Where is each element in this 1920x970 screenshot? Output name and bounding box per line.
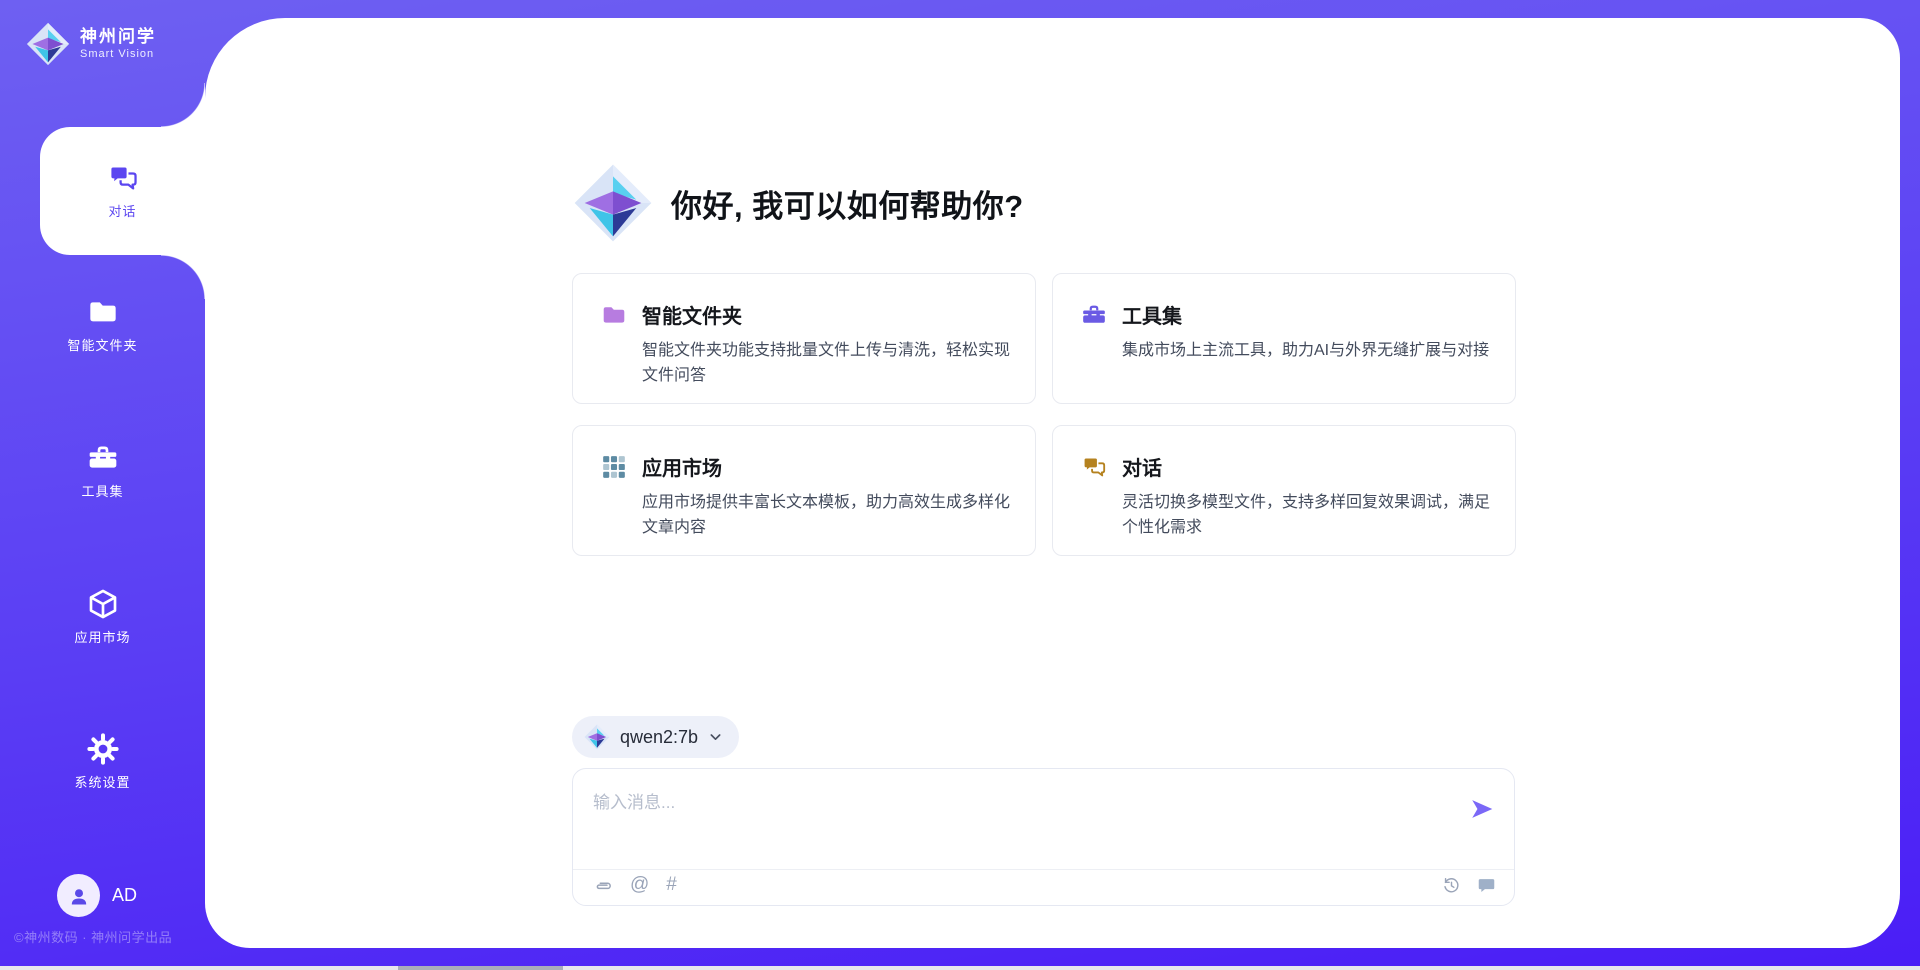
- sidebar-item-label: 应用市场: [74, 627, 130, 646]
- card-toolset[interactable]: 工具集 集成市场上主流工具，助力AI与外界无缝扩展与对接: [1052, 273, 1516, 404]
- mention-button[interactable]: @: [630, 874, 649, 896]
- card-app-market[interactable]: 应用市场 应用市场提供丰富长文本模板，助力高效生成多样化文章内容: [572, 425, 1036, 556]
- paperclip-icon: [593, 875, 613, 895]
- history-button[interactable]: [1442, 874, 1461, 896]
- chat-bubbles-icon: [1081, 454, 1107, 480]
- grid-icon: [601, 454, 627, 480]
- feature-cards: 智能文件夹 智能文件夹功能支持批量文件上传与清洗，轻松实现文件问答 工具集 集成…: [572, 273, 1516, 556]
- composer-toolbar-right: [1442, 874, 1496, 896]
- model-name: qwen2:7b: [620, 727, 698, 748]
- topic-button[interactable]: #: [666, 874, 677, 896]
- send-icon: [1469, 796, 1495, 822]
- sidebar-item-label: 对话: [108, 201, 136, 220]
- card-title: 工具集: [1122, 300, 1182, 329]
- model-gem-icon: [584, 724, 610, 750]
- chat-bubbles-icon: [107, 162, 139, 194]
- mention-icon: @: [630, 874, 649, 896]
- card-title: 应用市场: [642, 452, 722, 481]
- copyright-text: ©神州数码 · 神州问学出品: [14, 927, 214, 946]
- person-icon: [67, 884, 91, 908]
- model-selector[interactable]: qwen2:7b: [572, 716, 739, 758]
- sidebar-item-label: 工具集: [81, 481, 123, 500]
- history-icon: [1442, 876, 1461, 895]
- hero-greeting: 你好, 我可以如何帮助你?: [573, 163, 1024, 243]
- gear-icon: [87, 733, 119, 765]
- toolbox-icon: [87, 442, 119, 474]
- sidebar-item-label: 智能文件夹: [67, 335, 137, 354]
- toolbox-icon: [1081, 302, 1107, 328]
- sidebar-item-label: 系统设置: [74, 772, 130, 791]
- folder-icon: [87, 296, 119, 328]
- chevron-down-icon: [708, 730, 723, 745]
- card-description: 集成市场上主流工具，助力AI与外界无缝扩展与对接: [1081, 338, 1491, 363]
- sidebar-item-folders[interactable]: 智能文件夹: [0, 296, 205, 362]
- brand-gem-icon: [26, 22, 70, 66]
- card-chat[interactable]: 对话 灵活切换多模型文件，支持多样回复效果调试，满足个性化需求: [1052, 425, 1516, 556]
- hero-gem-icon: [573, 163, 653, 243]
- brand-logo: 神州问学 Smart Vision: [26, 22, 156, 66]
- card-description: 灵活切换多模型文件，支持多样回复效果调试，满足个性化需求: [1081, 490, 1491, 540]
- comment-icon: [1477, 876, 1496, 895]
- sidebar-item-chat[interactable]: 对话: [40, 127, 205, 255]
- sidebar-item-settings[interactable]: 系统设置: [0, 733, 205, 799]
- message-input[interactable]: [573, 769, 1514, 865]
- brand-name-en: Smart Vision: [80, 48, 156, 61]
- app-root: 神州问学 Smart Vision 对话 智能文件夹: [0, 0, 1920, 970]
- send-button[interactable]: [1468, 795, 1496, 823]
- folder-icon: [601, 302, 627, 328]
- card-title: 对话: [1122, 452, 1162, 481]
- composer-divider: [573, 869, 1514, 870]
- card-description: 智能文件夹功能支持批量文件上传与清洗，轻松实现文件问答: [601, 338, 1011, 388]
- sidebar-item-market[interactable]: 应用市场: [0, 588, 205, 654]
- brand-name-cn: 神州问学: [80, 27, 156, 47]
- attach-file-button[interactable]: [593, 874, 613, 896]
- greeting-title: 你好, 我可以如何帮助你?: [671, 181, 1024, 226]
- sidebar-item-tools[interactable]: 工具集: [0, 442, 205, 508]
- message-composer: @ #: [572, 768, 1515, 906]
- hash-icon: #: [666, 874, 677, 896]
- card-smart-folders[interactable]: 智能文件夹 智能文件夹功能支持批量文件上传与清洗，轻松实现文件问答: [572, 273, 1036, 404]
- user-avatar[interactable]: [57, 874, 100, 917]
- card-title: 智能文件夹: [642, 300, 742, 329]
- scrollbar-thumb[interactable]: [398, 966, 563, 970]
- card-description: 应用市场提供丰富长文本模板，助力高效生成多样化文章内容: [601, 490, 1011, 540]
- composer-toolbar: @ #: [593, 874, 677, 896]
- horizontal-scrollbar: [0, 966, 1920, 970]
- user-name: AD: [112, 885, 137, 906]
- cube-icon: [87, 588, 119, 620]
- feedback-button[interactable]: [1477, 874, 1496, 896]
